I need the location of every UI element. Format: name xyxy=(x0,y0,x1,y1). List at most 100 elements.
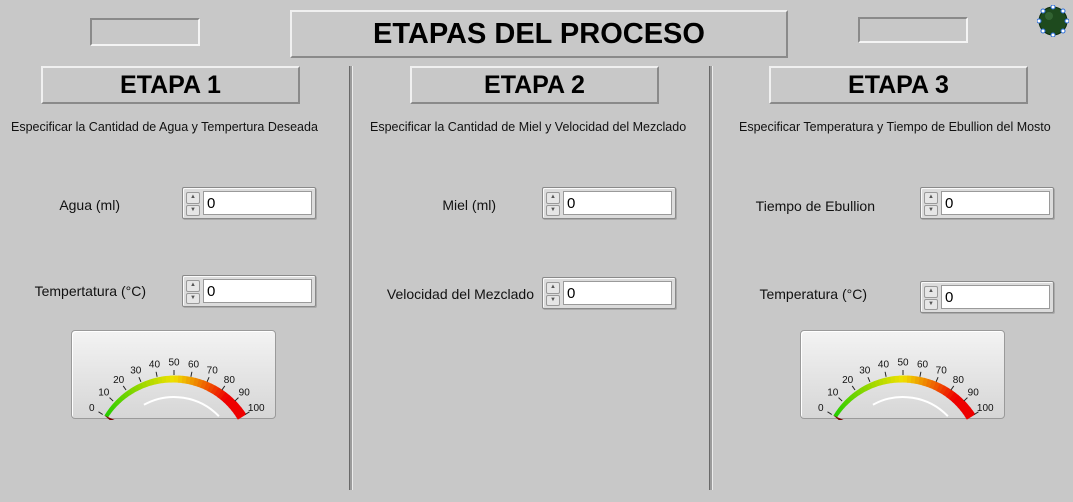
status-led-icon[interactable] xyxy=(1036,4,1070,38)
gauge-arc-segment xyxy=(220,392,230,403)
gauge-arc-segment xyxy=(833,411,840,418)
gauge-tick-label: 20 xyxy=(842,375,854,386)
gauge-arc-segment xyxy=(846,396,853,403)
honey-input[interactable]: ▲ ▼ 0 xyxy=(542,187,676,219)
increment-button[interactable]: ▲ xyxy=(186,280,200,292)
gauge-arc-segment xyxy=(210,385,219,395)
gauge-arc-segment xyxy=(855,388,863,396)
gauge-arc-segment xyxy=(840,401,848,409)
gauge-arc-segment xyxy=(949,392,959,403)
decrement-button[interactable]: ▼ xyxy=(546,204,560,216)
gauge-arc-segment xyxy=(145,379,152,387)
gauge-arc-segment xyxy=(929,380,937,390)
gauge-arc-segment xyxy=(189,376,196,386)
stage-1-description: Especificar la Cantidad de Agua y Temper… xyxy=(11,120,318,134)
gauge-arc-segment xyxy=(130,386,137,394)
stage-3-description: Especificar Temperatura y Tiempo de Ebul… xyxy=(739,120,1051,134)
gauge-tick-label: 0 xyxy=(818,403,824,414)
gauge-arc-segment xyxy=(213,387,223,398)
gauge-tick-label: 50 xyxy=(897,358,909,369)
temperature-1-input[interactable]: ▲ ▼ 0 xyxy=(182,275,316,307)
gauge-tick xyxy=(935,376,939,382)
decrement-button[interactable]: ▼ xyxy=(546,294,560,306)
gauge-arc-segment xyxy=(922,377,929,387)
gauge-arc-segment xyxy=(223,394,233,405)
gauge-tick xyxy=(109,397,114,402)
gauge-arc-segment xyxy=(964,410,976,420)
decrement-button[interactable]: ▼ xyxy=(924,204,938,216)
gauge-arc-segment xyxy=(111,401,119,409)
gauge-tick-label: 100 xyxy=(977,403,994,414)
gauge-arc-segment xyxy=(117,396,124,403)
decrement-button[interactable]: ▼ xyxy=(186,292,200,304)
gauge-arc-segment xyxy=(235,410,247,420)
increment-button[interactable]: ▲ xyxy=(924,192,938,204)
temperature-1-value[interactable]: 0 xyxy=(203,279,312,303)
honey-value[interactable]: 0 xyxy=(563,191,672,215)
gauge-tick-label: 70 xyxy=(936,365,948,376)
increment-button[interactable]: ▲ xyxy=(924,286,938,298)
gauge-arc-segment xyxy=(228,400,239,411)
stage-2-description: Especificar la Cantidad de Miel y Veloci… xyxy=(370,120,687,134)
gauge-arc-segment xyxy=(843,398,850,406)
gauge-tick-label: 80 xyxy=(224,375,236,386)
gauge-tick xyxy=(919,371,922,377)
mix-speed-value[interactable]: 0 xyxy=(563,281,672,305)
boil-time-value[interactable]: 0 xyxy=(941,191,1050,215)
increment-button[interactable]: ▲ xyxy=(546,282,560,294)
gauge-arc-segment xyxy=(120,393,127,401)
mix-speed-input[interactable]: ▲ ▼ 0 xyxy=(542,277,676,309)
gauge-tick-label: 40 xyxy=(878,359,890,370)
gauge-arc-segment xyxy=(141,381,148,389)
header-left-indicator xyxy=(90,18,200,46)
temperature-3-input[interactable]: ▲ ▼ 0 xyxy=(920,281,1054,313)
gauge-tick xyxy=(221,385,226,391)
gauge-arc-segment xyxy=(952,394,962,405)
gauge-tick xyxy=(838,397,843,402)
gauge-tick xyxy=(122,385,127,391)
gauge-arc-segment xyxy=(838,405,845,412)
gauge-arc-segment xyxy=(939,385,948,395)
gauge-arc-segment xyxy=(942,387,952,398)
gauge-arc-segment xyxy=(114,398,121,406)
gauge-arc-segment xyxy=(946,389,956,400)
gauge-arc-segment xyxy=(161,376,167,384)
gauge-arc-segment xyxy=(910,375,917,384)
gauge-arc-segment xyxy=(200,380,208,390)
decrement-button[interactable]: ▼ xyxy=(186,204,200,216)
gauge-arc-segment xyxy=(230,403,242,414)
gauge-arc-segment xyxy=(185,376,192,385)
gauge-tick-label: 30 xyxy=(859,365,871,376)
gauge-tick-label: 50 xyxy=(168,358,180,369)
gauge-tick-label: 70 xyxy=(207,365,219,376)
gauge-tick-label: 90 xyxy=(968,388,980,399)
temperature-3-value[interactable]: 0 xyxy=(941,285,1050,309)
boil-time-input[interactable]: ▲ ▼ 0 xyxy=(920,187,1054,219)
gauge-tick-label: 20 xyxy=(113,375,125,386)
gauge-arc-segment xyxy=(149,378,156,386)
gauge-tick xyxy=(827,411,833,415)
gauge-arc-segment xyxy=(959,403,971,414)
gauge-arc-segment xyxy=(954,397,965,408)
water-value[interactable]: 0 xyxy=(203,191,312,215)
water-input[interactable]: ▲ ▼ 0 xyxy=(182,187,316,219)
gauge-tick-label: 10 xyxy=(827,388,839,399)
gauge-arc-segment xyxy=(133,384,141,392)
decrement-button[interactable]: ▼ xyxy=(924,298,938,310)
gauge-arc-segment xyxy=(925,378,933,388)
gauge-arc-segment xyxy=(886,376,892,384)
gauge-arc-segment xyxy=(852,390,860,398)
temperature-3-gauge: 0 10 20 30 40 50 60 70 80 90 100 xyxy=(800,330,1005,420)
gauge-tick xyxy=(206,376,210,382)
water-label: Agua (ml) xyxy=(59,197,120,213)
gauge-tick xyxy=(867,376,871,382)
increment-button[interactable]: ▲ xyxy=(546,192,560,204)
increment-button[interactable]: ▲ xyxy=(186,192,200,204)
column-divider-2 xyxy=(709,66,713,490)
gauge-arc-segment xyxy=(225,397,236,408)
gauge-arc-segment xyxy=(217,389,227,400)
gauge-tick-label: 90 xyxy=(239,388,251,399)
gauge-tick xyxy=(138,376,142,382)
gauge-arc-segment xyxy=(196,378,204,388)
gauge-arc-segment xyxy=(957,400,968,411)
